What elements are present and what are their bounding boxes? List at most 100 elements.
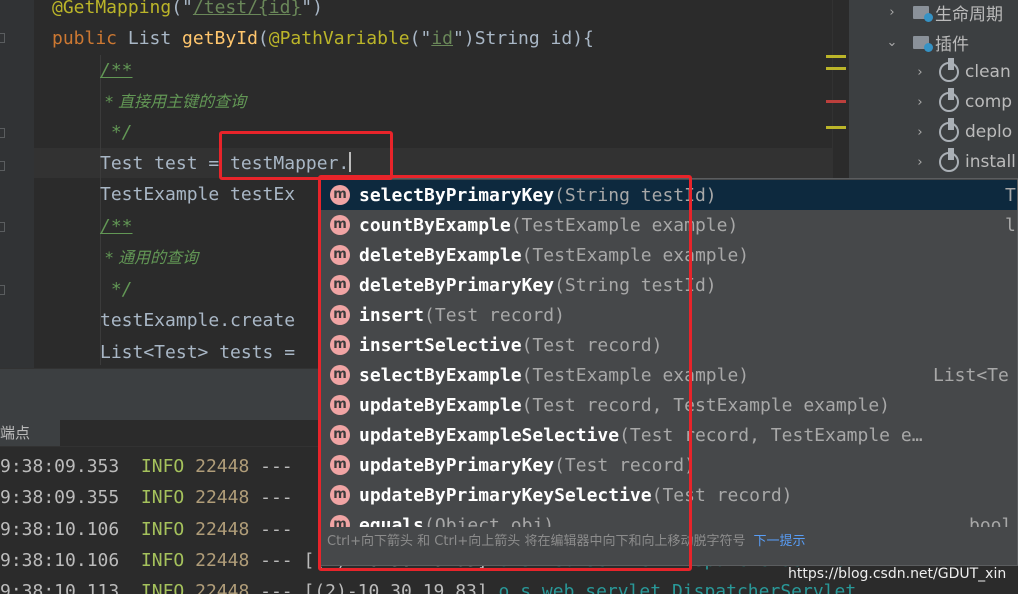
log-line: 9:38:09.355 INFO 22448 --- — [0, 487, 293, 508]
completion-return-type: List<Te — [933, 364, 1009, 386]
expand-arrow-icon[interactable]: › — [911, 65, 929, 80]
completion-params: (Test record, TestExample example) — [521, 394, 891, 416]
fold-marker[interactable] — [0, 285, 5, 295]
completion-params: (Test record) — [554, 454, 695, 476]
completion-item[interactable]: m selectByExample (TestExample example) L… — [321, 360, 1017, 390]
completion-params: (String testId) — [554, 274, 717, 296]
completion-params: (TestExample example) — [510, 214, 739, 236]
tree-item-lifecycle[interactable]: › 生命周期 — [883, 0, 1003, 27]
method-icon: m — [330, 455, 350, 475]
tree-item-label: 插件 — [935, 34, 969, 55]
folder-gear-icon — [913, 35, 933, 52]
log-line: 9:38:09.353 INFO 22448 --- — [0, 456, 293, 477]
completion-method-name: insertSelective — [359, 334, 522, 356]
method-icon: m — [330, 335, 350, 355]
fold-marker[interactable] — [0, 33, 5, 43]
completion-params: (Test record) — [424, 304, 565, 326]
tree-item-plugin-deploy[interactable]: › deplo — [911, 117, 1012, 147]
completion-item[interactable]: m selectByPrimaryKey (String testId) T — [321, 180, 1017, 210]
completion-method-name: countByExample — [359, 214, 511, 236]
tree-item-plugin-clean[interactable]: › clean — [911, 57, 1011, 87]
completion-hint-text: Ctrl+向下箭头 和 Ctrl+向上箭头 将在编辑器中向下和向上移动脱字符号 — [327, 534, 746, 549]
error-stripe[interactable] — [826, 100, 846, 103]
completion-item[interactable]: m deleteByPrimaryKey (String testId) — [321, 270, 1017, 300]
expand-arrow-icon[interactable]: › — [883, 5, 901, 20]
completion-params: (String testId) — [554, 184, 717, 206]
code-line: testExample.create — [100, 310, 296, 331]
code-line-comment: */ — [100, 122, 133, 143]
tree-item-plugin-install[interactable]: › install — [911, 147, 1016, 177]
method-icon: m — [330, 365, 350, 385]
completion-method-name: deleteByExample — [359, 244, 522, 266]
fold-marker[interactable] — [0, 161, 5, 171]
next-tip-link[interactable]: 下一提示 — [753, 534, 805, 549]
completion-footer: Ctrl+向下箭头 和 Ctrl+向上箭头 将在编辑器中向下和向上移动脱字符号下… — [321, 527, 1017, 565]
completion-method-name: insert — [359, 304, 425, 326]
editor-gutter[interactable] — [0, 0, 34, 368]
tab-endpoints[interactable]: 端点 — [0, 420, 60, 446]
plugin-icon — [939, 118, 959, 142]
completion-item[interactable]: m updateByPrimaryKey (Test record) — [321, 450, 1017, 480]
plugin-icon — [939, 148, 959, 172]
watermark-text: https://blog.csdn.net/GDUT_xin — [788, 566, 1007, 582]
method-icon: m — [330, 185, 350, 205]
plugin-icon — [939, 88, 959, 112]
tree-item-label: comp — [965, 92, 1013, 112]
completion-method-name: selectByExample — [359, 364, 522, 386]
plugin-icon — [939, 58, 959, 82]
folder-gear-icon — [913, 5, 933, 22]
code-line-comment: /** — [100, 216, 133, 237]
code-line: List<Test> tests = — [100, 342, 296, 363]
expand-arrow-icon[interactable]: › — [911, 155, 929, 170]
code-line-method-signature: public List getById(@PathVariable("id")S… — [52, 28, 594, 49]
tree-item-label: install — [965, 152, 1016, 172]
completion-item[interactable]: m insert (Test record) — [321, 300, 1017, 330]
completion-method-name: selectByPrimaryKey — [359, 184, 555, 206]
completion-params: (Test record) — [521, 334, 663, 356]
completion-method-name: updateByPrimaryKeySelective — [359, 484, 652, 506]
completion-params: (Test record, TestExample e… — [619, 424, 923, 446]
collapse-arrow-icon[interactable]: ⌄ — [883, 35, 901, 50]
fold-marker[interactable] — [0, 128, 5, 138]
completion-item[interactable]: m countByExample (TestExample example) l — [321, 210, 1017, 240]
code-line-comment: /** — [100, 60, 133, 81]
completion-params: (Test record) — [651, 484, 793, 506]
completion-method-name: updateByExampleSelective — [359, 424, 620, 446]
warning-stripe[interactable] — [826, 67, 846, 70]
warning-stripe[interactable] — [826, 126, 846, 129]
fold-marker[interactable] — [0, 222, 5, 232]
code-line: TestExample testEx — [100, 184, 296, 205]
completion-method-name: updateByPrimaryKey — [359, 454, 555, 476]
code-completion-popup[interactable]: m selectByPrimaryKey (String testId) T m … — [320, 178, 1018, 566]
method-icon: m — [330, 275, 350, 295]
completion-return-type: T — [1005, 184, 1016, 206]
method-icon: m — [330, 305, 350, 325]
completion-params: (TestExample example) — [521, 364, 750, 386]
completion-item[interactable]: m updateByExampleSelective (Test record, … — [321, 420, 1017, 450]
tree-item-label: 生命周期 — [935, 4, 1003, 25]
tree-item-plugin-compiler[interactable]: › comp — [911, 87, 1012, 117]
maven-tree-panel: › 生命周期 ⌄ 插件 › clean › comp › deplo › ins… — [848, 0, 1018, 182]
tree-item-plugins[interactable]: ⌄ 插件 — [883, 27, 969, 57]
warning-stripe[interactable] — [826, 55, 846, 58]
log-line: 9:38:10.106 INFO 22448 --- — [0, 519, 293, 540]
completion-return-type: l — [1005, 214, 1016, 236]
method-icon: m — [330, 485, 350, 505]
text-caret — [349, 152, 352, 172]
tree-item-label: deplo — [965, 122, 1013, 142]
method-icon: m — [330, 245, 350, 265]
completion-item[interactable]: m updateByExample (Test record, TestExamp… — [321, 390, 1017, 420]
completion-item[interactable]: m deleteByExample (TestExample example) — [321, 240, 1017, 270]
log-line: 9:38:10.113 INFO 22448 --- [(2)-10.30.19… — [0, 581, 857, 594]
completion-params: (TestExample example) — [521, 244, 750, 266]
expand-arrow-icon[interactable]: › — [911, 125, 929, 140]
completion-item[interactable]: m updateByPrimaryKeySelective (Test recor… — [321, 480, 1017, 510]
expand-arrow-icon[interactable]: › — [911, 95, 929, 110]
code-line-comment: */ — [100, 279, 133, 300]
code-line-comment: * 通用的查询 — [100, 248, 199, 267]
method-icon: m — [330, 425, 350, 445]
tree-item-label: clean — [965, 62, 1011, 82]
code-line-current: Test test = testMapper. — [100, 152, 352, 174]
completion-item[interactable]: m insertSelective (Test record) — [321, 330, 1017, 360]
method-icon: m — [330, 395, 350, 415]
